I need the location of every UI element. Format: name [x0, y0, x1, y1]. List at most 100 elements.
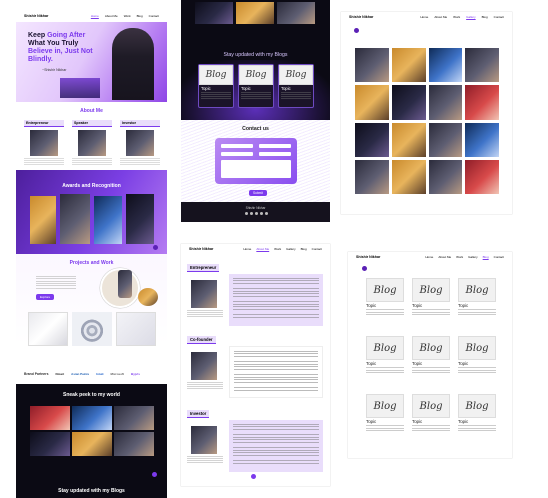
- instagram-icon[interactable]: [250, 212, 253, 215]
- nav-links: Home About Me Work Blog Contact: [91, 14, 159, 18]
- facebook-icon[interactable]: [245, 212, 248, 215]
- nav-link-work[interactable]: Work: [453, 15, 460, 19]
- projects-explore-button[interactable]: Explore: [36, 294, 55, 300]
- gallery-photo[interactable]: [391, 159, 426, 194]
- blog-card-1[interactable]: Blog Topic: [198, 64, 234, 108]
- blog-card-3[interactable]: Blog Topic: [278, 64, 314, 108]
- award-photo-1: [30, 196, 56, 244]
- nav-link-home[interactable]: Home: [420, 15, 428, 19]
- role-caption: [72, 158, 112, 166]
- blogs-contact-panel: Stay updated with my Blogs Blog Topic Bl…: [181, 0, 330, 222]
- form-email-field[interactable]: [259, 144, 291, 148]
- nav-logo[interactable]: Shishir Nikhar: [349, 15, 373, 19]
- sneak-peek-title: Sneak peek to my world: [63, 392, 120, 398]
- about-title: About Me: [80, 108, 103, 114]
- gallery-photo[interactable]: [355, 159, 389, 194]
- about-section: About Me Entrepreneur Speaker Investor: [16, 102, 167, 170]
- nav-link-contact[interactable]: Contact: [494, 255, 504, 259]
- footer-social-icons: [245, 212, 268, 215]
- blog-card[interactable]: Blog Topic: [458, 278, 496, 326]
- nav-link-blog[interactable]: Blog: [301, 247, 307, 251]
- form-subject-field[interactable]: [259, 152, 291, 156]
- carousel-next-button[interactable]: [153, 245, 158, 250]
- gallery-photo[interactable]: [391, 122, 426, 157]
- sneak-next-button[interactable]: [152, 472, 157, 477]
- nav-links: Home About Me Work Gallery Blog Contact: [243, 247, 322, 251]
- nav-link-blog[interactable]: Blog: [482, 15, 488, 19]
- strip-photo-3: [277, 2, 315, 24]
- sneak-photo-1: [30, 406, 70, 430]
- nav-link-blog[interactable]: Blog: [483, 255, 489, 259]
- gallery-photo[interactable]: [465, 159, 499, 194]
- nav-link-about[interactable]: About Me: [256, 247, 269, 251]
- hero-quote-line2: What You Truly: [28, 40, 79, 47]
- form-phone-field[interactable]: [221, 152, 253, 156]
- form-message-field[interactable]: [221, 160, 291, 178]
- nav-link-blog[interactable]: Blog: [137, 14, 143, 18]
- nav-link-about[interactable]: About Me: [438, 255, 451, 259]
- nav-link-work[interactable]: Work: [456, 255, 463, 259]
- role-photo: [30, 130, 58, 156]
- blog-card[interactable]: Blog Topic: [412, 394, 450, 442]
- nav-link-gallery[interactable]: Gallery: [468, 255, 478, 259]
- section-text-lines: [234, 351, 318, 391]
- nav-link-work[interactable]: Work: [124, 14, 131, 18]
- blog-card-image: Blog: [279, 65, 313, 85]
- blog-card-topic: Topic: [281, 86, 291, 91]
- nav-link-contact[interactable]: Contact: [149, 14, 159, 18]
- hero-portrait: [112, 28, 154, 100]
- gallery-photo[interactable]: [355, 85, 389, 120]
- gallery-photo[interactable]: [391, 85, 426, 120]
- gallery-photo[interactable]: [465, 85, 499, 120]
- project-thumb-2[interactable]: [72, 312, 112, 346]
- blog-card-body: [366, 309, 404, 316]
- twitter-icon[interactable]: [255, 212, 258, 215]
- project-thumb-3[interactable]: [116, 312, 156, 346]
- nav-link-home[interactable]: Home: [243, 247, 251, 251]
- blog-card-2[interactable]: Blog Topic: [238, 64, 274, 108]
- nav-link-contact[interactable]: Contact: [494, 15, 504, 19]
- contact-submit-button[interactable]: Submit: [249, 190, 267, 196]
- role-caption: [120, 158, 160, 166]
- nav-link-about[interactable]: About Me: [434, 15, 447, 19]
- blog-card[interactable]: Blog Topic: [366, 336, 404, 384]
- nav-link-home[interactable]: Home: [425, 255, 433, 259]
- gallery-photo[interactable]: [428, 122, 463, 157]
- gallery-photo[interactable]: [355, 48, 389, 83]
- project-thumb-1[interactable]: [28, 312, 68, 346]
- nav-link-contact[interactable]: Contact: [312, 247, 322, 251]
- blog-card[interactable]: Blog Topic: [366, 278, 404, 326]
- blog-page-panel: Shishir Nikhar Home About Me Work Galler…: [348, 252, 512, 458]
- role-label: Entrepreneur: [24, 120, 64, 127]
- footer-logo: Shishir Nikhar: [245, 206, 266, 210]
- blog-card-topic: Topic: [412, 419, 423, 424]
- nav-logo[interactable]: Shishir Nikhar: [356, 255, 380, 259]
- gallery-photo[interactable]: [428, 48, 463, 83]
- nav-logo[interactable]: Shishir Nikhar: [189, 247, 213, 251]
- page-bottom-marker[interactable]: [251, 474, 256, 479]
- blog-card-image: Blog: [239, 65, 273, 85]
- blog-card[interactable]: Blog Topic: [412, 336, 450, 384]
- gallery-photo[interactable]: [428, 85, 463, 120]
- blog-card[interactable]: Blog Topic: [458, 336, 496, 384]
- youtube-icon[interactable]: [265, 212, 268, 215]
- blog-card[interactable]: Blog Topic: [458, 394, 496, 442]
- linkedin-icon[interactable]: [260, 212, 263, 215]
- nav-link-home[interactable]: Home: [91, 14, 99, 18]
- blog-card[interactable]: Blog Topic: [412, 278, 450, 326]
- contact-form: [215, 138, 297, 184]
- nav-link-work[interactable]: Work: [274, 247, 281, 251]
- gallery-photo[interactable]: [428, 159, 463, 194]
- nav-link-gallery[interactable]: Gallery: [466, 15, 476, 19]
- nav-logo[interactable]: Shishir Nikhar: [24, 14, 48, 18]
- role-photo: [78, 130, 106, 156]
- nav-link-gallery[interactable]: Gallery: [286, 247, 296, 251]
- form-name-field[interactable]: [221, 144, 253, 148]
- projects-person-photo: [118, 270, 132, 298]
- gallery-photo[interactable]: [355, 122, 389, 157]
- blog-card[interactable]: Blog Topic: [366, 394, 404, 442]
- gallery-photo[interactable]: [465, 122, 499, 157]
- gallery-photo[interactable]: [391, 48, 426, 83]
- gallery-photo[interactable]: [465, 48, 499, 83]
- nav-link-about[interactable]: About Me: [105, 14, 118, 18]
